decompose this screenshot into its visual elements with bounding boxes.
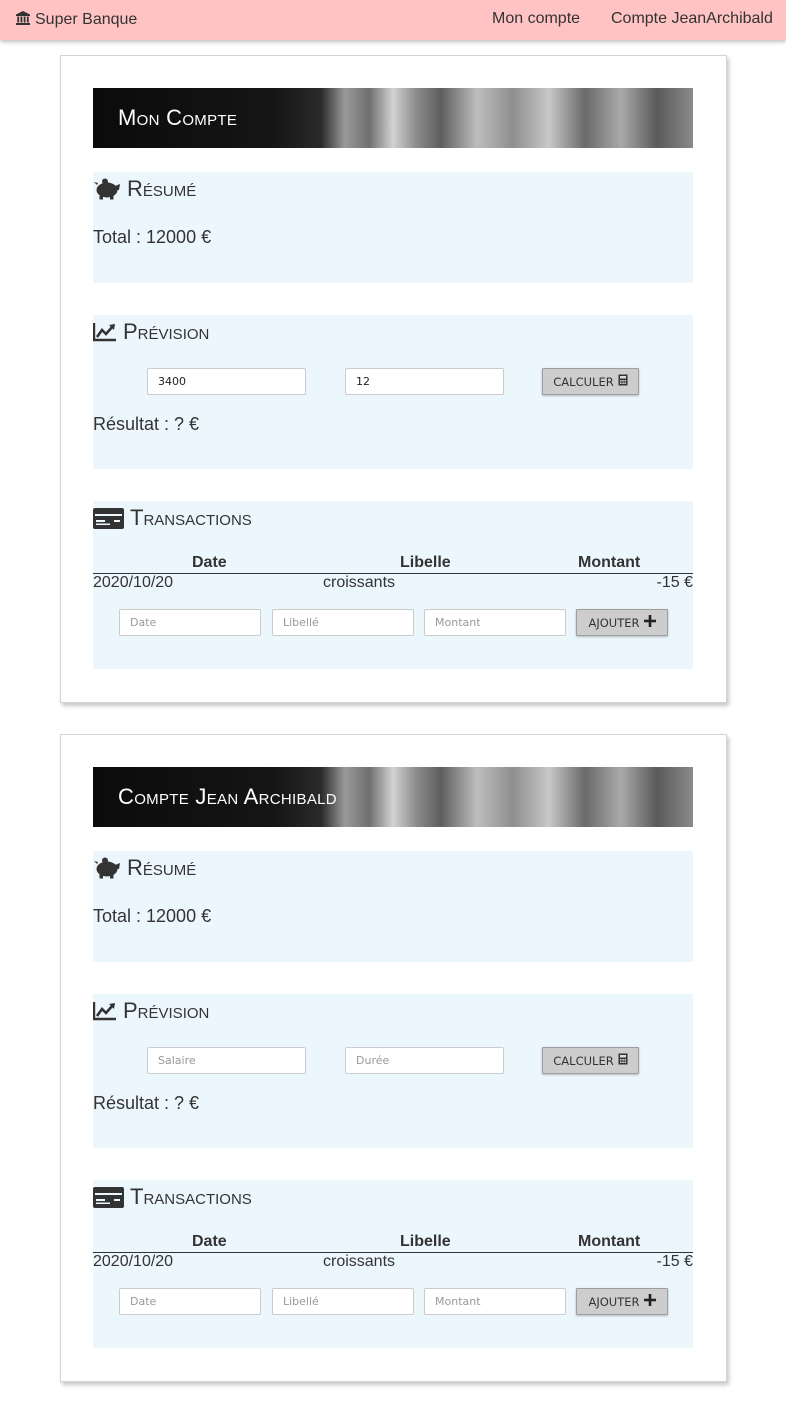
brand-link[interactable]: Super Banque — [15, 10, 137, 30]
calculer-button-label: CALCULER — [553, 374, 614, 389]
prevision-section: Prévision CALCULER Résultat : ? € — [93, 994, 693, 1148]
transactions-heading: Transactions — [93, 1183, 252, 1211]
piggy-bank-icon — [93, 856, 121, 880]
chart-line-icon — [93, 322, 117, 342]
bank-icon — [15, 10, 31, 31]
row-libelle: croissants — [323, 1253, 396, 1270]
transaction-libelle-input[interactable] — [272, 1288, 414, 1315]
salaire-input[interactable] — [147, 1047, 306, 1074]
transaction-montant-input[interactable] — [424, 609, 566, 636]
prevision-section: Prévision CALCULER Résultat : ? € — [93, 315, 693, 469]
resume-heading: Résumé — [93, 175, 196, 203]
transaction-libelle-input[interactable] — [272, 609, 414, 636]
prevision-heading-label: Prévision — [123, 319, 210, 344]
ajouter-button[interactable]: AJOUTER — [576, 609, 668, 636]
transactions-heading: Transactions — [93, 504, 252, 532]
column-header-libelle: Libelle — [400, 554, 451, 571]
transactions-heading-label: Transactions — [130, 1184, 252, 1209]
resume-heading-label: Résumé — [127, 176, 197, 201]
navbar: Super Banque Mon compte Compte JeanArchi… — [0, 0, 786, 40]
nav-link-compte-jeanarchibald[interactable]: Compte JeanArchibald — [611, 10, 773, 28]
nav-link-mon-compte[interactable]: Mon compte — [492, 10, 580, 28]
transactions-section: Transactions Date Libelle Montant 2020/1… — [93, 501, 693, 669]
resume-heading: Résumé — [93, 854, 196, 882]
ajouter-button-label: AJOUTER — [588, 1294, 640, 1309]
calculer-button-label: CALCULER — [553, 1053, 614, 1068]
calculator-icon — [618, 374, 628, 389]
duree-input[interactable] — [345, 1047, 504, 1074]
plus-icon — [643, 615, 656, 630]
prevision-heading: Prévision — [93, 997, 209, 1025]
account-card-jean-archibald: Compte Jean Archibald Résumé Total : 120… — [60, 734, 727, 1382]
row-montant: -15 € — [656, 574, 693, 591]
row-date: 2020/10/20 — [93, 574, 174, 591]
prevision-heading: Prévision — [93, 318, 209, 346]
total-value: Total : 12000 € — [93, 906, 212, 926]
account-title: Compte Jean Archibald — [118, 784, 337, 809]
resume-heading-label: Résumé — [127, 855, 197, 880]
transactions-heading-label: Transactions — [130, 505, 252, 530]
prevision-heading-label: Prévision — [123, 998, 210, 1023]
result-value: Résultat : ? € — [93, 1093, 200, 1113]
row-libelle: croissants — [323, 574, 396, 591]
account-banner: Mon Compte — [93, 88, 693, 148]
account-card-mon-compte: Mon Compte Résumé Total : 12000 € Prévis… — [60, 55, 727, 703]
ajouter-button-label: AJOUTER — [588, 615, 640, 630]
column-header-montant: Montant — [578, 1233, 641, 1250]
resume-section: Résumé Total : 12000 € — [93, 851, 693, 962]
account-banner: Compte Jean Archibald — [93, 767, 693, 827]
transaction-montant-input[interactable] — [424, 1288, 566, 1315]
salaire-input[interactable] — [147, 368, 306, 395]
credit-card-icon — [93, 1186, 124, 1208]
column-header-montant: Montant — [578, 554, 641, 571]
ajouter-button[interactable]: AJOUTER — [576, 1288, 668, 1315]
row-date: 2020/10/20 — [93, 1253, 174, 1270]
column-header-date: Date — [192, 1233, 227, 1250]
calculer-button[interactable]: CALCULER — [542, 1047, 639, 1074]
column-header-date: Date — [192, 554, 227, 571]
duree-input[interactable] — [345, 368, 504, 395]
account-title: Mon Compte — [118, 105, 238, 130]
chart-line-icon — [93, 1001, 117, 1021]
credit-card-icon — [93, 507, 124, 529]
transaction-date-input[interactable] — [119, 1288, 261, 1315]
transactions-section: Transactions Date Libelle Montant 2020/1… — [93, 1180, 693, 1348]
piggy-bank-icon — [93, 177, 121, 201]
resume-section: Résumé Total : 12000 € — [93, 172, 693, 283]
brand-label: Super Banque — [35, 11, 138, 28]
result-value: Résultat : ? € — [93, 414, 200, 434]
plus-icon — [643, 1294, 656, 1309]
calculer-button[interactable]: CALCULER — [542, 368, 639, 395]
calculator-icon — [618, 1053, 628, 1068]
column-header-libelle: Libelle — [400, 1233, 451, 1250]
total-value: Total : 12000 € — [93, 227, 212, 247]
row-montant: -15 € — [656, 1253, 693, 1270]
transaction-date-input[interactable] — [119, 609, 261, 636]
